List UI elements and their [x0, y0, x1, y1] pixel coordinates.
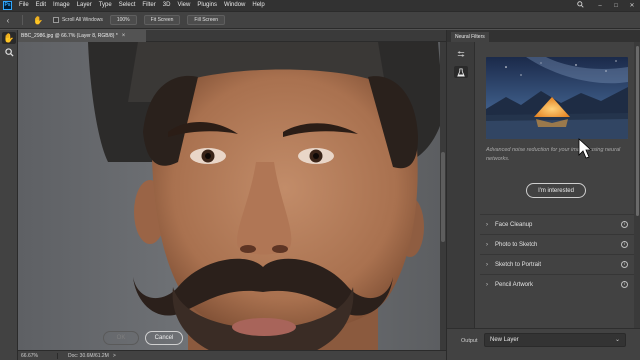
panel-scrollbar[interactable]	[634, 42, 640, 328]
menu-window[interactable]: Window	[224, 0, 245, 11]
options-divider	[22, 15, 23, 25]
menu-select[interactable]: Select	[119, 0, 136, 11]
promo-image	[486, 57, 628, 139]
zoom-100-button[interactable]: 100%	[109, 15, 137, 25]
zoom-icon	[4, 47, 14, 57]
close-window-button[interactable]: ✕	[624, 2, 640, 9]
fill-screen-button[interactable]: Fill Screen	[187, 15, 226, 25]
chevron-right-icon: ›	[486, 281, 488, 288]
filter-row-face-cleanup[interactable]: › Face Cleanup i	[480, 214, 634, 234]
document-canvas[interactable]	[18, 42, 440, 350]
menu-file[interactable]: File	[19, 0, 29, 11]
document-tab-bar: BBC_2986.jpg @ 66.7% (Layer 8, RGB/8) * …	[18, 30, 446, 42]
panel-tab-bar: Neural Filters	[447, 30, 640, 42]
panel-scrollbar-thumb[interactable]	[636, 46, 639, 216]
filters-list-button[interactable]	[454, 48, 468, 60]
info-icon[interactable]: i	[621, 261, 628, 268]
hand-tool-icon: ✋	[33, 15, 43, 25]
menu-view[interactable]: View	[177, 0, 190, 11]
sliders-icon	[457, 51, 465, 57]
zoom-level[interactable]: 66.67%	[18, 352, 58, 359]
status-menu-arrow[interactable]: >	[113, 353, 116, 359]
filter-label: Sketch to Portrait	[495, 261, 542, 268]
menu-image[interactable]: Image	[53, 0, 70, 11]
filter-description: Advanced noise reduction for your images…	[486, 147, 621, 162]
scroll-all-windows-checkbox[interactable]	[52, 17, 59, 23]
beta-filters-button[interactable]	[454, 66, 468, 78]
canvas-scrollbar-thumb[interactable]	[441, 152, 445, 242]
filter-row-pencil-artwork[interactable]: › Pencil Artwork i	[480, 274, 634, 294]
status-bar: 66.67% Doc: 30.6M/61.2M >	[18, 350, 446, 360]
cancel-button[interactable]: Cancel	[145, 331, 183, 345]
filter-label: Pencil Artwork	[495, 281, 534, 288]
menu-type[interactable]: Type	[99, 0, 112, 11]
scroll-all-windows-label: Scroll All Windows	[61, 17, 103, 23]
menu-layer[interactable]: Layer	[77, 0, 92, 11]
panel-content: Advanced noise reduction for your images…	[476, 42, 634, 328]
scroll-all-windows-option[interactable]: Scroll All Windows	[52, 17, 103, 23]
chevron-right-icon: ›	[486, 221, 488, 228]
tools-panel: ✋	[0, 30, 18, 360]
maximize-button[interactable]: □	[608, 3, 624, 9]
mouse-pointer-icon	[578, 138, 592, 159]
zoom-tool-button[interactable]	[2, 46, 16, 58]
close-tab-icon[interactable]: ×	[122, 33, 126, 39]
options-bar: ‹ ✋ Scroll All Windows 100% Fit Screen F…	[0, 11, 640, 29]
info-icon[interactable]: i	[621, 241, 628, 248]
menu-filter[interactable]: Filter	[142, 0, 155, 11]
filter-label: Photo to Sketch	[495, 241, 538, 248]
neural-filters-tab[interactable]: Neural Filters	[451, 32, 489, 42]
output-label: Output	[461, 338, 478, 344]
output-select-value: New Layer	[490, 337, 519, 343]
filter-label: Face Cleanup	[495, 221, 533, 228]
menu-help[interactable]: Help	[252, 0, 264, 11]
chevron-right-icon: ›	[486, 241, 488, 248]
chevron-down-icon: ⌄	[614, 337, 620, 343]
menu-bar: Ps File Edit Image Layer Type Select Fil…	[0, 0, 640, 11]
info-icon[interactable]: i	[621, 281, 628, 288]
back-arrow-icon[interactable]: ‹	[0, 16, 16, 25]
document-info: Doc: 30.6M/61.2M	[68, 352, 109, 359]
chevron-right-icon: ›	[486, 261, 488, 268]
flask-icon	[457, 68, 465, 76]
document-tab[interactable]: BBC_2986.jpg @ 66.7% (Layer 8, RGB/8) * …	[18, 30, 146, 42]
info-icon[interactable]: i	[621, 221, 628, 228]
search-icon[interactable]	[572, 1, 588, 10]
output-select[interactable]: New Layer ⌄	[484, 333, 626, 347]
window-controls: – □ ✕	[572, 0, 640, 11]
document-tab-title: BBC_2986.jpg @ 66.7% (Layer 8, RGB/8) *	[21, 33, 118, 39]
neural-filters-panel: Neural Filters Advanced noise reduction …	[446, 30, 640, 360]
menu-edit[interactable]: Edit	[36, 0, 46, 11]
im-interested-button[interactable]: I'm interested	[526, 183, 586, 198]
hand-tool-button[interactable]: ✋	[2, 32, 16, 44]
panel-side-toolbar	[447, 42, 475, 328]
ok-button[interactable]: OK	[103, 331, 139, 345]
filter-row-photo-to-sketch[interactable]: › Photo to Sketch i	[480, 234, 634, 254]
hand-icon: ✋	[3, 32, 15, 43]
output-section: Output New Layer ⌄	[447, 328, 640, 360]
photoshop-logo: Ps	[3, 1, 12, 10]
menu-3d[interactable]: 3D	[163, 0, 171, 11]
filter-row-sketch-to-portrait[interactable]: › Sketch to Portrait i	[480, 254, 634, 274]
menu-plugins[interactable]: Plugins	[197, 0, 217, 11]
minimize-button[interactable]: –	[592, 3, 608, 9]
fit-screen-button[interactable]: Fit Screen	[143, 15, 181, 25]
portrait-photo	[18, 42, 440, 350]
